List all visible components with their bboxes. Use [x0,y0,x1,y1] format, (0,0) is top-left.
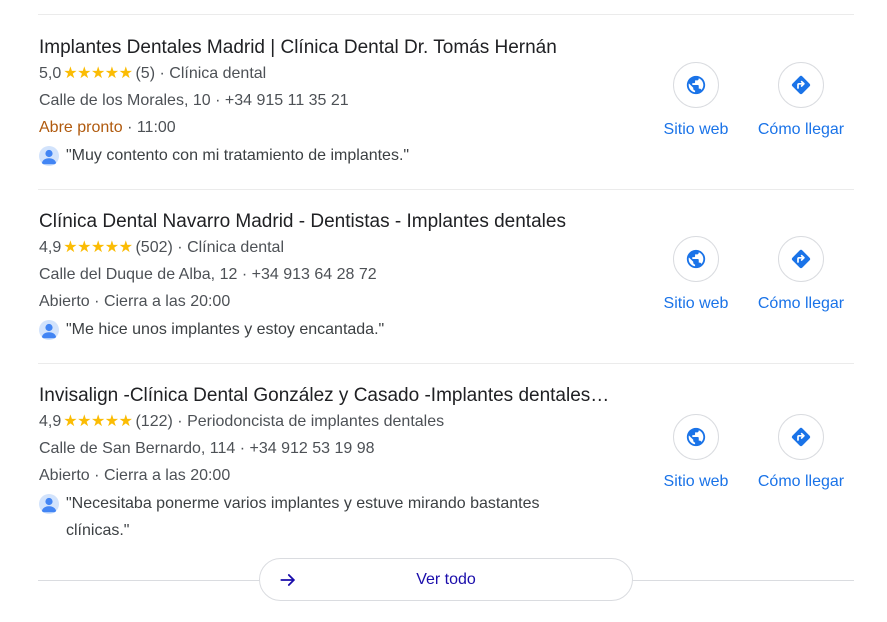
business-category: Periodoncista de implantes dentales [187,413,445,430]
directions-label[interactable]: Cómo llegar [749,119,853,141]
review-count[interactable]: (5) [135,63,155,85]
hours-line: Abre pronto · 11:00 [39,117,176,139]
hours-status: Abre pronto [39,119,123,136]
avatar-icon [39,494,59,514]
local-result-1[interactable]: Implantes Dentales Madrid | Clínica Dent… [38,36,854,190]
separator: · [215,92,221,109]
top-divider [38,14,854,15]
directions-icon[interactable] [778,236,824,282]
rating-line: 4,9 ★★★★★ (122) · Periodoncista de implant… [39,411,444,433]
business-category: Clínica dental [187,239,285,256]
review-snippet: "Me hice unos implantes y estoy encantad… [39,316,639,343]
directions-label[interactable]: Cómo llegar [749,471,853,493]
separator: · [177,239,183,256]
hours-status: Abierto [39,467,90,484]
business-name[interactable]: Invisalign -Clínica Dental González y Ca… [39,384,645,408]
contact-line: Calle de San Bernardo, 114 · +34 912 53 … [39,438,375,460]
website-label[interactable]: Sitio web [656,293,736,315]
rating-value: 4,9 [39,413,62,430]
hours-status: Abierto [39,293,90,310]
directions-button[interactable]: Cómo llegar [749,62,853,141]
phone-number: +34 915 11 35 21 [224,92,349,109]
rating-line: 5,0 ★★★★★ (5) · Clínica dental [39,63,266,85]
globe-icon[interactable] [673,414,719,460]
business-name[interactable]: Clínica Dental Navarro Madrid - Dentista… [39,210,645,234]
separator: · [159,65,165,82]
separator: · [94,467,100,484]
review-snippet: "Necesitaba ponerme varios implantes y e… [39,490,599,544]
separator: · [239,440,246,457]
review-count[interactable]: (502) [135,237,172,259]
globe-icon[interactable] [673,236,719,282]
result-divider [38,189,854,190]
star-rating-icon: ★★★★★ [63,239,133,256]
separator: · [177,413,183,430]
website-button[interactable]: Sitio web [656,414,736,493]
review-count[interactable]: (122) [135,411,172,433]
rating-value: 4,9 [39,239,62,256]
directions-button[interactable]: Cómo llegar [749,236,853,315]
hours-detail: Cierra a las 20:00 [103,467,231,484]
star-rating-icon: ★★★★★ [63,65,133,82]
review-text: "Necesitaba ponerme varios implantes y e… [66,495,540,539]
result-divider [38,363,854,364]
phone-number: +34 913 64 28 72 [251,266,377,283]
contact-line: Calle del Duque de Alba, 12 · +34 913 64… [39,264,377,286]
hours-detail: Cierra a las 20:00 [103,293,231,310]
review-snippet: "Muy contento con mi tratamiento de impl… [39,142,639,169]
directions-button[interactable]: Cómo llegar [749,414,853,493]
separator: · [127,119,133,136]
address: Calle del Duque de Alba, 12 [39,266,238,283]
directions-icon[interactable] [778,62,824,108]
separator: · [94,293,100,310]
rating-line: 4,9 ★★★★★ (502) · Clínica dental [39,237,284,259]
rating-value: 5,0 [39,65,62,82]
review-text: "Me hice unos implantes y estoy encantad… [66,321,385,338]
see-all-button[interactable]: Ver todo [259,558,633,601]
local-result-3[interactable]: Invisalign -Clínica Dental González y Ca… [38,384,854,544]
address: Calle de San Bernardo, 114 [39,440,236,457]
review-text: "Muy contento con mi tratamiento de impl… [66,147,410,164]
phone-number: +34 912 53 19 98 [249,440,375,457]
hours-detail: 11:00 [136,119,176,136]
directions-icon[interactable] [778,414,824,460]
avatar-icon [39,146,59,166]
website-label[interactable]: Sitio web [656,471,736,493]
local-result-2[interactable]: Clínica Dental Navarro Madrid - Dentista… [38,210,854,364]
website-button[interactable]: Sitio web [656,236,736,315]
contact-line: Calle de los Morales, 10 · +34 915 11 35… [39,90,349,112]
hours-line: Abierto · Cierra a las 20:00 [39,291,230,313]
see-all-label[interactable]: Ver todo [260,569,632,591]
directions-label[interactable]: Cómo llegar [749,293,853,315]
website-button[interactable]: Sitio web [656,62,736,141]
business-category: Clínica dental [169,65,267,82]
avatar-icon [39,320,59,340]
globe-icon[interactable] [673,62,719,108]
business-name[interactable]: Implantes Dentales Madrid | Clínica Dent… [39,36,645,60]
address: Calle de los Morales, 10 [39,92,211,109]
website-label[interactable]: Sitio web [656,119,736,141]
hours-line: Abierto · Cierra a las 20:00 [39,465,230,487]
separator: · [241,266,248,283]
star-rating-icon: ★★★★★ [63,413,133,430]
